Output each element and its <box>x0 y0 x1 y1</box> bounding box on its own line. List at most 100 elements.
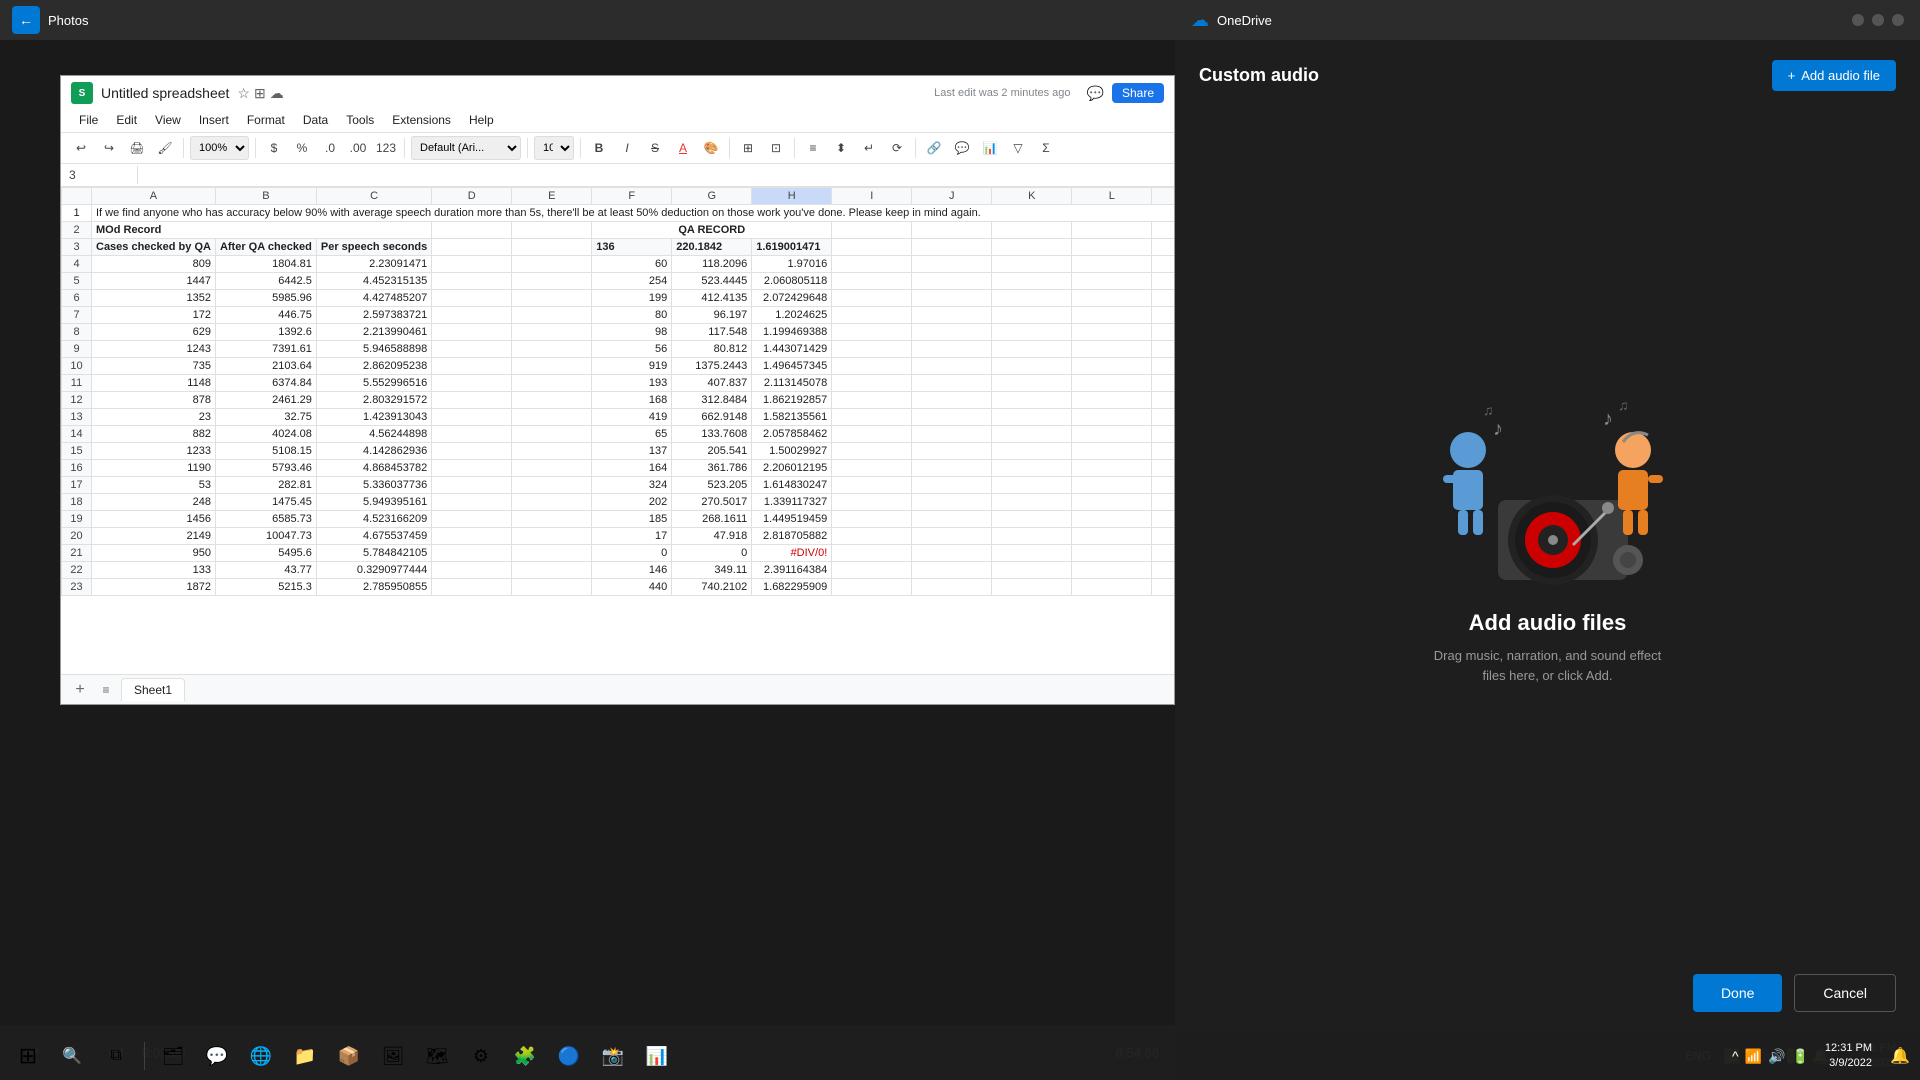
filter-button[interactable]: ▽ <box>1006 136 1030 160</box>
taskbar-edge[interactable]: 🌐 <box>241 1036 281 1076</box>
formula-input[interactable] <box>146 168 1166 182</box>
font-color-button[interactable]: A <box>671 136 695 160</box>
tray-sound-icon[interactable]: 🔊 <box>1768 1048 1785 1065</box>
menu-data[interactable]: Data <box>295 110 336 130</box>
col-qa-cases[interactable]: 136 <box>592 239 672 256</box>
col-header-e[interactable]: E <box>512 188 592 205</box>
cell-qa-cases[interactable]: 60 <box>592 256 672 273</box>
comment-icon[interactable]: 💬 <box>1087 85 1104 102</box>
col-header-c[interactable]: C <box>316 188 431 205</box>
redo-button[interactable]: ↪ <box>97 136 121 160</box>
col-mod-after[interactable]: After QA checked <box>215 239 316 256</box>
cell-reference[interactable]: 3 <box>69 168 129 182</box>
decimal-button[interactable]: .0 <box>318 136 342 160</box>
menu-extensions[interactable]: Extensions <box>384 110 459 130</box>
col-header-k[interactable]: K <box>992 188 1072 205</box>
maximize-button[interactable]: □ <box>1872 14 1884 26</box>
cell-mod-cases[interactable]: 809 <box>92 256 216 273</box>
italic-button[interactable]: I <box>615 136 639 160</box>
mod-record-header[interactable]: MOd Record <box>92 222 432 239</box>
function-button[interactable]: Σ <box>1034 136 1058 160</box>
taskbar-clock[interactable]: 12:31 PM 3/9/2022 <box>1817 1041 1880 1072</box>
font-family-select[interactable]: Default (Ari... <box>411 136 521 160</box>
menu-file[interactable]: File <box>71 110 106 130</box>
qa-record-header[interactable]: QA RECORD <box>592 222 832 239</box>
menu-edit[interactable]: Edit <box>108 110 145 130</box>
taskbar-explorer[interactable]: 📁 <box>285 1036 325 1076</box>
align-button[interactable]: ≡ <box>801 136 825 160</box>
star-icon[interactable]: ☆ <box>237 85 250 102</box>
taskbar-chrome[interactable]: 🔵 <box>549 1036 589 1076</box>
col-header-g[interactable]: G <box>672 188 752 205</box>
taskbar-app9[interactable]: 🗺 <box>417 1036 457 1076</box>
wrap-button[interactable]: ↵ <box>857 136 881 160</box>
col-header-b[interactable]: B <box>215 188 316 205</box>
taskbar-settings[interactable]: ⚙ <box>461 1036 501 1076</box>
cell-mod-after[interactable]: 1804.81 <box>215 256 316 273</box>
col-header-d[interactable]: D <box>432 188 512 205</box>
format-number-button[interactable]: 123 <box>374 136 398 160</box>
print-button[interactable]: 🖨 <box>125 136 149 160</box>
back-button[interactable]: ← <box>12 6 40 34</box>
rotate-button[interactable]: ⟳ <box>885 136 909 160</box>
paint-format-button[interactable]: 🖌 <box>153 136 177 160</box>
bold-button[interactable]: B <box>587 136 611 160</box>
merge-button[interactable]: ⊡ <box>764 136 788 160</box>
task-view-button[interactable]: ⧉ <box>96 1036 136 1076</box>
taskbar-app11[interactable]: 🧩 <box>505 1036 545 1076</box>
menu-help[interactable]: Help <box>461 110 502 130</box>
taskbar-teams[interactable]: 💬 <box>197 1036 237 1076</box>
comment-add-button[interactable]: 💬 <box>950 136 974 160</box>
col-header-j[interactable]: J <box>912 188 992 205</box>
notice-text[interactable]: If we find anyone who has accuracy below… <box>92 205 1175 222</box>
col-header-m[interactable]: M <box>1152 188 1174 205</box>
col-mod-per[interactable]: Per speech seconds <box>316 239 431 256</box>
link-button[interactable]: 🔗 <box>922 136 946 160</box>
font-size-select[interactable]: 10 <box>534 136 574 160</box>
taskbar-dropbox[interactable]: 📦 <box>329 1036 369 1076</box>
col-header-f[interactable]: F <box>592 188 672 205</box>
menu-tools[interactable]: Tools <box>338 110 382 130</box>
start-button[interactable]: ⊞ <box>8 1036 48 1076</box>
add-sheet-button[interactable]: + <box>69 679 91 701</box>
tray-expand-icon[interactable]: ^ <box>1732 1048 1739 1064</box>
audio-drop-area[interactable]: ♪ ♫ ♪ ♫ Add <box>1175 101 1920 954</box>
col-qa-after[interactable]: 220.1842 <box>672 239 752 256</box>
sheet-list-button[interactable]: ≡ <box>95 679 117 701</box>
col-qa-per[interactable]: 1.619001471 <box>752 239 832 256</box>
taskbar-photos-app[interactable]: 🖼 <box>373 1036 413 1076</box>
sheet-tab-1[interactable]: Sheet1 <box>121 678 185 701</box>
col-header-a[interactable]: A <box>92 188 216 205</box>
cancel-button[interactable]: Cancel <box>1794 974 1896 1012</box>
grid-icon[interactable]: ⊞ <box>254 85 266 102</box>
search-button[interactable]: 🔍 <box>52 1036 92 1076</box>
cell-mod-per[interactable]: 2.23091471 <box>316 256 431 273</box>
tray-battery-icon2[interactable]: 🔋 <box>1791 1048 1808 1065</box>
cell-qa-after[interactable]: 118.2096 <box>672 256 752 273</box>
taskbar-app13[interactable]: 📸 <box>593 1036 633 1076</box>
menu-format[interactable]: Format <box>239 110 293 130</box>
cell-qa-per[interactable]: 1.97016 <box>752 256 832 273</box>
tray-network-icon[interactable]: 📶 <box>1745 1048 1762 1065</box>
borders-button[interactable]: ⊞ <box>736 136 760 160</box>
col-mod-cases[interactable]: Cases checked by QA <box>92 239 216 256</box>
currency-button[interactable]: $ <box>262 136 286 160</box>
percent-button[interactable]: % <box>290 136 314 160</box>
col-header-l[interactable]: L <box>1072 188 1152 205</box>
strikethrough-button[interactable]: S <box>643 136 667 160</box>
fill-color-button[interactable]: 🎨 <box>699 136 723 160</box>
minimize-button[interactable]: — <box>1852 14 1864 26</box>
zoom-select[interactable]: 100% <box>190 136 249 160</box>
notification-center-button[interactable]: 🔔 <box>1888 1036 1912 1076</box>
close-button[interactable]: ✕ <box>1892 14 1904 26</box>
taskbar-app14[interactable]: 📊 <box>637 1036 677 1076</box>
col-header-h[interactable]: H <box>752 188 832 205</box>
valign-button[interactable]: ⬍ <box>829 136 853 160</box>
chart-button[interactable]: 📊 <box>978 136 1002 160</box>
undo-button[interactable]: ↩ <box>69 136 93 160</box>
taskbar-widgets[interactable]: 🗂 <box>153 1036 193 1076</box>
share-icon[interactable]: Share <box>1112 83 1164 103</box>
add-audio-file-button[interactable]: + Add audio file <box>1772 60 1896 91</box>
menu-view[interactable]: View <box>147 110 189 130</box>
menu-insert[interactable]: Insert <box>191 110 237 130</box>
